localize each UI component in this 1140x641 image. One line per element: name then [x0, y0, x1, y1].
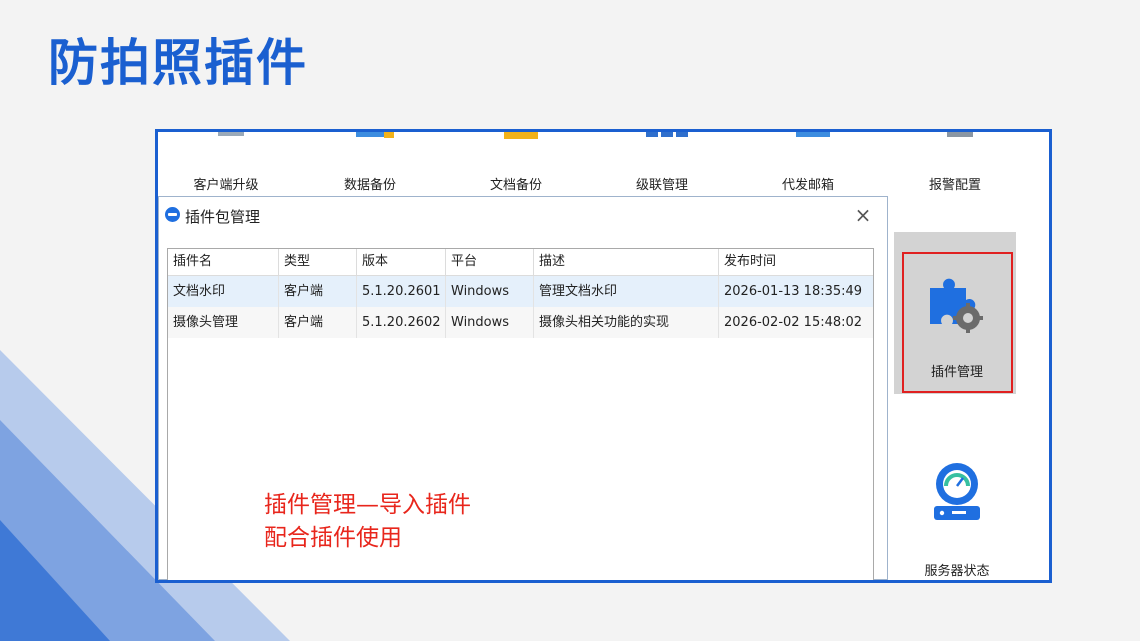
toolbar-client-upgrade[interactable]: 客户端升级 [166, 132, 286, 196]
cell-type: 客户端 [279, 307, 357, 338]
cell-type: 客户端 [279, 276, 357, 307]
plugin-table: 插件名 类型 版本 平台 描述 发布时间 文档水印 客户端 5.1.20.260… [167, 248, 874, 580]
admin-toolbar: 客户端升级 数据备份 文档备份 级联管理 代发邮箱 报警配置 [158, 132, 1049, 196]
table-header: 插件名 类型 版本 平台 描述 发布时间 [168, 249, 873, 276]
cell-platform: Windows [446, 307, 534, 338]
puzzle-gear-icon [930, 278, 983, 333]
right-panel: 插件管理 服务器状态 [894, 232, 1016, 580]
toolbar-mail-relay[interactable]: 代发邮箱 [748, 132, 868, 196]
slide-title: 防拍照插件 [48, 34, 308, 92]
data-backup-icon [356, 132, 394, 138]
toolbar-document-backup[interactable]: 文档备份 [456, 132, 576, 196]
toolbar-data-backup[interactable]: 数据备份 [310, 132, 430, 196]
cell-release-time: 2026-02-02 15:48:02 [724, 315, 863, 330]
annotation-line-2: 配合插件使用 [264, 525, 402, 551]
plugin-management-label: 插件管理 [930, 365, 983, 380]
mail-relay-icon [796, 132, 830, 137]
client-upgrade-icon [218, 132, 244, 136]
toolbar-label: 代发邮箱 [781, 178, 834, 193]
server-status-tile[interactable]: 服务器状态 [894, 442, 1020, 580]
dialog-titlebar: 插件包管理 × [159, 197, 887, 233]
cell-name: 摄像头管理 [168, 307, 279, 338]
toolbar-label: 级联管理 [635, 178, 688, 193]
app-logo-icon [165, 207, 180, 222]
annotation-line-1: 插件管理—导入插件 [264, 492, 471, 518]
screenshot-frame: 客户端升级 数据备份 文档备份 级联管理 代发邮箱 报警配置 插件管理 服务器状… [155, 129, 1052, 583]
dialog-title: 插件包管理 [185, 208, 261, 226]
toolbar-alarm-config[interactable]: 报警配置 [895, 132, 1015, 196]
cell-release-time: 2026-01-13 18:35:49 [724, 284, 863, 299]
column-header[interactable]: 描述 [534, 249, 719, 275]
toolbar-label: 数据备份 [343, 178, 396, 193]
table-row[interactable]: 摄像头管理 客户端 5.1.20.2602 Windows 摄像头相关功能的实现… [168, 307, 873, 338]
document-backup-icon [504, 132, 538, 139]
toolbar-label: 报警配置 [928, 178, 981, 193]
column-header[interactable]: 平台 [446, 249, 534, 275]
alarm-config-icon [947, 132, 973, 137]
column-header[interactable]: 类型 [279, 249, 357, 275]
cell-description: 摄像头相关功能的实现 [534, 307, 719, 338]
cell-description: 管理文档水印 [534, 276, 719, 307]
column-header[interactable]: 发布时间 [719, 249, 873, 275]
toolbar-cascade-management[interactable]: 级联管理 [602, 132, 722, 196]
cell-version: 5.1.20.2602 [357, 307, 446, 338]
toolbar-label: 文档备份 [489, 178, 542, 193]
plugin-package-dialog: 插件包管理 × 插件名 类型 版本 平台 描述 发布时间 文档水印 客户端 5.… [158, 196, 888, 580]
cell-name: 文档水印 [168, 276, 279, 307]
plugin-management-tile[interactable]: 插件管理 [894, 232, 1016, 394]
cell-version: 5.1.20.2601 [357, 276, 446, 307]
table-row[interactable]: 文档水印 客户端 5.1.20.2601 Windows 管理文档水印 2026… [168, 276, 873, 307]
cascade-management-icon [646, 132, 688, 137]
server-gauge-icon [934, 463, 980, 520]
cell-platform: Windows [446, 276, 534, 307]
column-header[interactable]: 版本 [357, 249, 446, 275]
column-header[interactable]: 插件名 [168, 249, 279, 275]
server-status-label: 服务器状态 [924, 564, 990, 579]
toolbar-label: 客户端升级 [193, 178, 259, 193]
annotation-text: 插件管理—导入插件 配合插件使用 [264, 489, 471, 555]
close-icon[interactable]: × [849, 201, 877, 229]
